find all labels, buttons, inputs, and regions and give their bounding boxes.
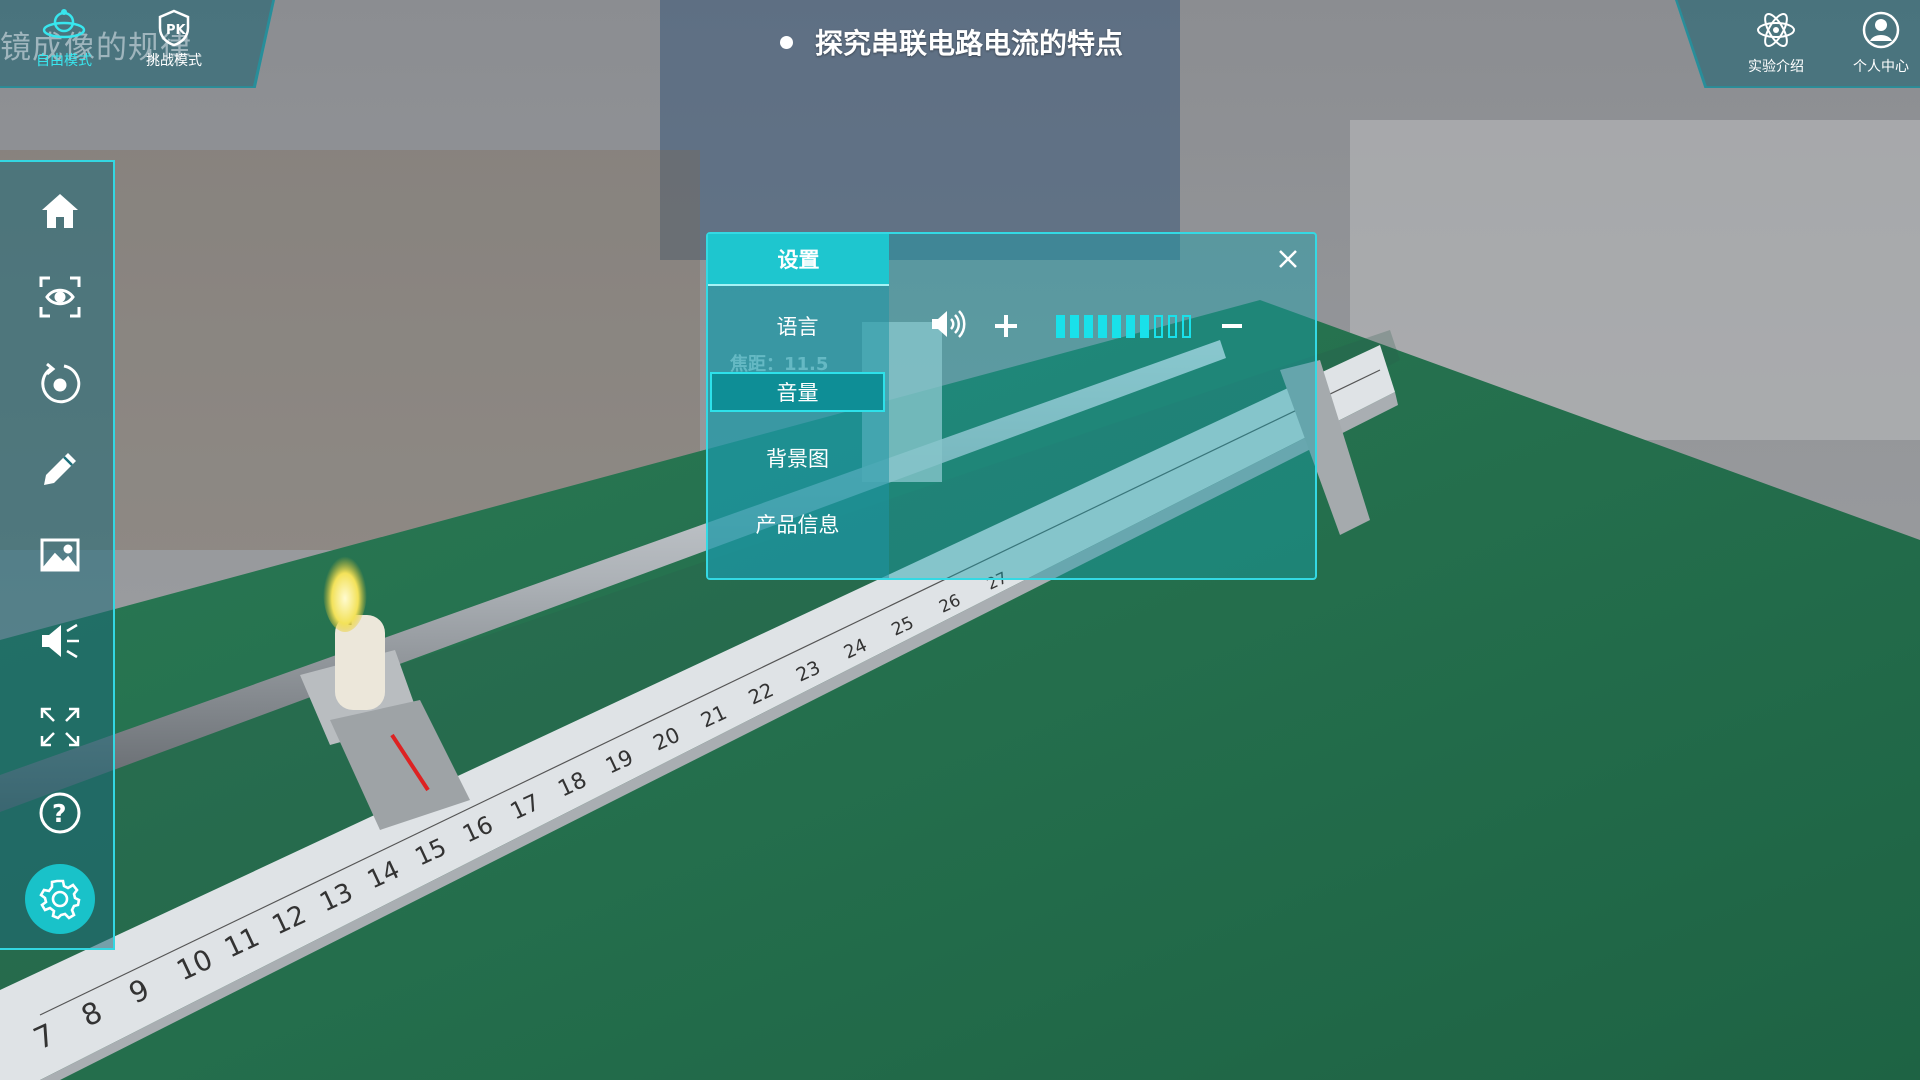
volume-bar [1112,314,1121,338]
fullscreen-icon [40,707,80,747]
minus-icon [1222,324,1242,328]
volume-bar [1154,314,1163,338]
volume-bar [1182,314,1191,338]
volume-bar [1168,314,1177,338]
volume-bar [1056,314,1065,338]
sound-button[interactable] [25,606,95,676]
view-button[interactable] [25,262,95,332]
background-image-button[interactable] [25,520,95,590]
shield-challenge-icon: PK [158,9,190,47]
reset-rotate-icon [41,362,81,404]
challenge-mode-tab[interactable]: PK 挑战模式 [134,8,214,70]
volume-up-button[interactable] [993,313,1019,339]
volume-bar [1070,314,1079,338]
plus-icon [995,315,1017,337]
volume-bar [1098,314,1107,338]
close-icon [1279,250,1297,268]
menu-item-language[interactable]: 语言 [710,306,885,346]
page-title: 探究串联电路电流的特点 [780,22,1123,62]
help-button[interactable]: ? [25,778,95,848]
volume-down-button[interactable] [1221,313,1243,339]
reset-button[interactable] [25,348,95,418]
volume-bar [1084,314,1093,338]
title-bullet [780,35,793,49]
atom-orbit-icon [42,9,86,39]
eye-view-icon [39,276,81,318]
speaker-mute-icon [42,623,79,659]
home-button[interactable] [25,176,95,246]
focal-length-label: 焦距：11.5 [730,354,829,375]
svg-text:PK: PK [166,23,187,38]
menu-item-product-info[interactable]: 产品信息 [710,504,885,544]
challenge-mode-label: 挑战模式 [146,53,202,69]
settings-title: 设置 [708,234,889,286]
left-toolbar: ? [0,160,115,950]
experiment-intro-button[interactable]: 实验介绍 [1736,10,1816,76]
volume-control [930,304,1243,348]
volume-level-bars[interactable] [1056,314,1191,338]
settings-button[interactable] [25,864,95,934]
svg-text:?: ? [52,799,67,828]
atom-icon [1757,13,1795,47]
fullscreen-button[interactable] [25,692,95,762]
personal-center-label: 个人中心 [1853,59,1909,75]
volume-bar [1140,314,1149,338]
pencil-icon [44,453,76,485]
image-icon [40,538,80,572]
personal-center-button[interactable]: 个人中心 [1841,10,1920,76]
user-icon [1862,11,1900,49]
experiment-intro-label: 实验介绍 [1748,59,1804,75]
free-mode-tab[interactable]: 自由模式 [24,8,104,70]
home-icon [42,194,78,228]
menu-item-volume[interactable]: 音量 [710,372,885,412]
menu-item-background[interactable]: 背景图 [710,438,885,478]
help-icon: ? [39,792,81,834]
speaker-icon [930,308,966,344]
draw-button[interactable] [25,434,95,504]
close-button[interactable] [1273,244,1303,274]
page-title-text: 探究串联电路电流的特点 [815,27,1124,60]
volume-bar [1126,314,1135,338]
free-mode-label: 自由模式 [36,53,92,69]
settings-icon [39,879,81,920]
settings-dialog: 设置 语言 音量 背景图 产品信息 [706,232,1317,580]
